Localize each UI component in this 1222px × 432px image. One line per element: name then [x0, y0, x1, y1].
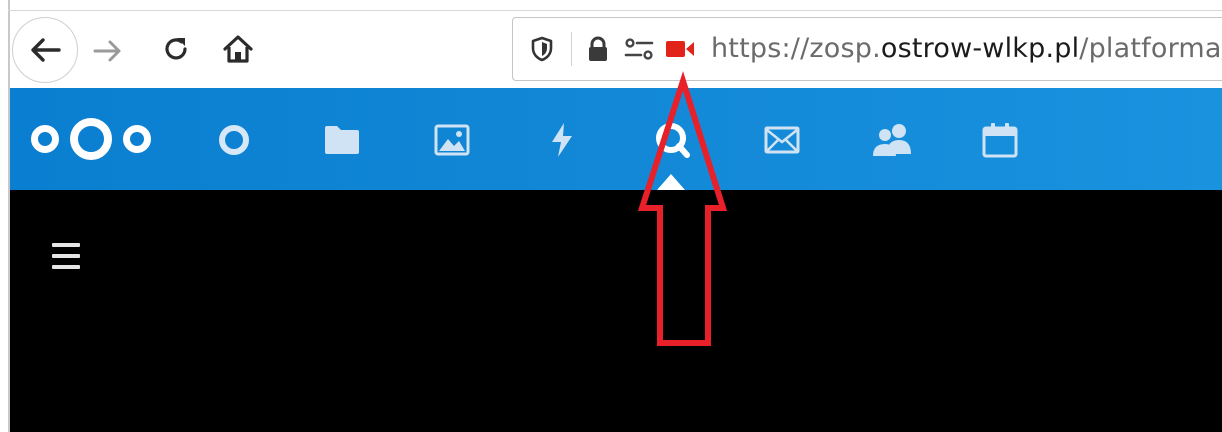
reload-button[interactable]	[156, 29, 196, 69]
address-bar[interactable]: https://zosp.ostrow-wlkp.pl/platforma/in	[512, 17, 1222, 81]
browser-toolbar: https://zosp.ostrow-wlkp.pl/platforma/in	[10, 11, 1222, 88]
hamburger-menu-icon[interactable]	[52, 243, 80, 269]
talk-icon[interactable]	[650, 118, 694, 162]
tracking-shield-icon[interactable]	[527, 18, 557, 80]
content-area	[10, 190, 1222, 432]
home-button[interactable]	[218, 29, 258, 69]
back-button[interactable]	[12, 17, 78, 83]
menu-bar	[52, 243, 80, 247]
dashboard-icon[interactable]	[212, 118, 256, 162]
url-prefix: https://zosp.	[711, 33, 881, 64]
arrow-left-icon	[31, 38, 61, 62]
calendar-icon[interactable]	[978, 118, 1022, 162]
url-text[interactable]: https://zosp.ostrow-wlkp.pl/platforma/in	[711, 18, 1222, 80]
mail-icon[interactable]	[760, 118, 804, 162]
forward-button[interactable]	[88, 31, 128, 71]
home-icon	[223, 35, 253, 63]
lock-icon[interactable]	[583, 18, 613, 80]
url-path: /platforma/in	[1079, 33, 1222, 64]
permissions-icon[interactable]	[621, 18, 657, 80]
activity-icon[interactable]	[540, 118, 584, 162]
camera-in-use-icon[interactable]	[661, 18, 699, 80]
menu-bar	[52, 254, 80, 258]
nextcloud-header	[10, 88, 1222, 190]
contacts-icon[interactable]	[870, 118, 914, 162]
url-host: ostrow-wlkp.pl	[880, 33, 1080, 64]
nextcloud-logo-icon[interactable]	[28, 113, 154, 165]
menu-bar	[52, 265, 80, 269]
photos-icon[interactable]	[430, 118, 474, 162]
urlbar-separator	[571, 32, 572, 66]
arrow-right-icon	[93, 40, 121, 62]
active-app-indicator	[657, 174, 685, 190]
reload-icon	[165, 38, 187, 60]
files-icon[interactable]	[320, 118, 364, 162]
